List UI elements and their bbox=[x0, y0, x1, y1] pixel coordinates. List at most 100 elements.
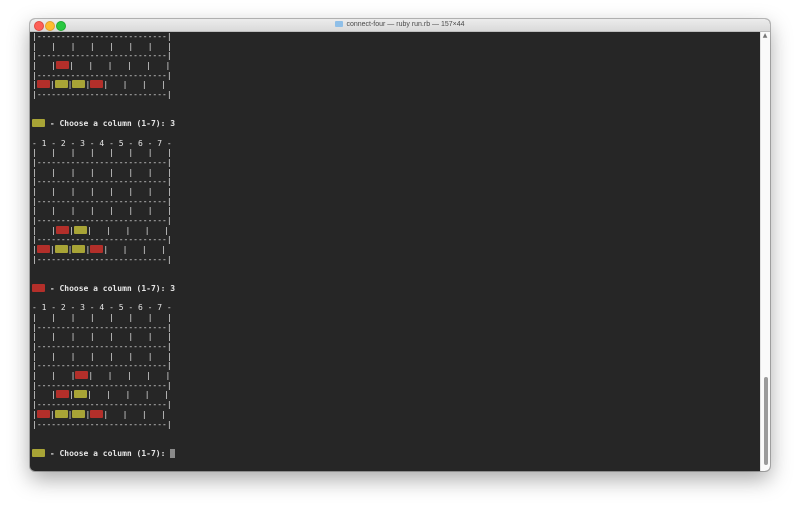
board-row: | | | | | | | | bbox=[32, 409, 166, 419]
empty-cell bbox=[56, 187, 70, 196]
vertical-scrollbar[interactable]: ▲ bbox=[760, 32, 770, 471]
empty-cell bbox=[133, 187, 147, 196]
empty-cell bbox=[153, 352, 167, 361]
red-disc bbox=[75, 371, 89, 380]
empty-cell bbox=[56, 42, 70, 51]
board-row: | | | | | | | | bbox=[32, 41, 172, 51]
board-row: | | | | | | | | bbox=[32, 80, 166, 90]
scroll-up-icon[interactable]: ▲ bbox=[762, 33, 768, 39]
yellow-player-indicator bbox=[32, 448, 45, 457]
empty-cell bbox=[153, 332, 167, 341]
empty-cell bbox=[37, 206, 51, 215]
yellow-disc bbox=[73, 225, 87, 234]
empty-cell bbox=[75, 42, 89, 51]
empty-cell bbox=[75, 332, 89, 341]
board-border-line: |---------------------------| bbox=[32, 177, 172, 187]
red-disc bbox=[36, 409, 50, 418]
empty-cell bbox=[114, 42, 128, 51]
empty-cell bbox=[56, 332, 70, 341]
board-border-line: |---------------------------| bbox=[32, 70, 172, 80]
empty-cell bbox=[95, 313, 109, 322]
empty-cell bbox=[133, 206, 147, 215]
empty-cell bbox=[127, 410, 141, 419]
scrollbar-thumb[interactable] bbox=[764, 377, 768, 465]
empty-cell bbox=[114, 313, 128, 322]
empty-cell bbox=[75, 352, 89, 361]
empty-cell bbox=[95, 42, 109, 51]
column-header-line: - 1 - 2 - 3 - 4 - 5 - 6 - 7 - bbox=[32, 138, 172, 148]
red-disc bbox=[90, 245, 104, 254]
empty-cell bbox=[153, 42, 167, 51]
yellow-disc bbox=[72, 409, 86, 418]
board-border-line: |---------------------------| bbox=[32, 51, 172, 61]
empty-cell bbox=[92, 226, 106, 235]
text-cursor[interactable] bbox=[170, 448, 176, 458]
empty-cell bbox=[92, 390, 106, 399]
empty-cell bbox=[108, 410, 122, 419]
board-border-line: |---------------------------| bbox=[32, 254, 172, 264]
empty-cell bbox=[75, 168, 89, 177]
empty-cell bbox=[56, 206, 70, 215]
board-row: | | | | | | | | bbox=[32, 332, 172, 342]
empty-cell bbox=[114, 206, 128, 215]
empty-cell bbox=[113, 371, 127, 380]
prompt-text: - Choose a column (1-7): bbox=[45, 448, 171, 458]
board-row: | | | | | | | | bbox=[32, 312, 172, 322]
board-border-line: |---------------------------| bbox=[32, 361, 172, 371]
prompt-text: - Choose a column (1-7): 3 bbox=[45, 119, 176, 129]
empty-cell bbox=[95, 206, 109, 215]
empty-cell bbox=[95, 148, 109, 157]
board-row: | | | | | | | | bbox=[32, 371, 171, 381]
board-border-line: |---------------------------| bbox=[32, 400, 172, 410]
empty-cell bbox=[75, 206, 89, 215]
column-header-line: - 1 - 2 - 3 - 4 - 5 - 6 - 7 - bbox=[32, 303, 172, 313]
yellow-disc bbox=[54, 409, 68, 418]
red-player-indicator bbox=[32, 283, 45, 292]
empty-cell bbox=[56, 371, 70, 380]
empty-cell bbox=[111, 390, 125, 399]
empty-cell bbox=[75, 187, 89, 196]
board-row: | | | | | | | | bbox=[32, 61, 171, 71]
empty-cell bbox=[114, 148, 128, 157]
board-border-line: |---------------------------| bbox=[32, 216, 172, 226]
board-row: | | | | | | | | bbox=[32, 390, 169, 400]
empty-cell bbox=[93, 371, 107, 380]
board-row: | | | | | | | | bbox=[32, 245, 166, 255]
board-row: | | | | | | | | bbox=[32, 148, 172, 158]
empty-cell bbox=[108, 80, 122, 89]
empty-cell bbox=[127, 80, 141, 89]
empty-cell bbox=[75, 313, 89, 322]
prompt-line: - Choose a column (1-7): 3 bbox=[32, 283, 761, 294]
board-border-line: |---------------------------| bbox=[32, 322, 172, 332]
empty-cell bbox=[37, 42, 51, 51]
board-row: | | | | | | | | bbox=[32, 187, 172, 196]
window-title: connect-four — ruby run.rb — 157×44 bbox=[346, 21, 465, 28]
empty-cell bbox=[74, 61, 88, 70]
empty-cell bbox=[93, 61, 107, 70]
board-border-line: |---------------------------| bbox=[32, 235, 172, 245]
empty-cell bbox=[37, 187, 51, 196]
empty-cell bbox=[37, 148, 51, 157]
terminal-output[interactable]: |---------------------------| | | | | | |… bbox=[30, 32, 761, 471]
yellow-disc bbox=[54, 80, 68, 89]
yellow-disc bbox=[73, 390, 87, 399]
empty-cell bbox=[130, 226, 144, 235]
prompt-line: - Choose a column (1-7): 3 bbox=[32, 119, 761, 129]
board-border-line: |---------------------------| bbox=[32, 196, 172, 206]
empty-cell bbox=[132, 61, 146, 70]
red-disc bbox=[56, 225, 70, 234]
empty-cell bbox=[37, 371, 51, 380]
empty-cell bbox=[56, 352, 70, 361]
empty-cell bbox=[75, 148, 89, 157]
board-border-line: |---------------------------| bbox=[32, 157, 172, 167]
title-bar[interactable]: connect-four — ruby run.rb — 157×44 bbox=[30, 19, 770, 32]
empty-cell bbox=[153, 313, 167, 322]
empty-cell bbox=[151, 61, 165, 70]
board-border-line: |---------------------------| bbox=[32, 342, 172, 351]
empty-cell bbox=[95, 332, 109, 341]
prompt-line: - Choose a column (1-7): bbox=[32, 448, 761, 459]
empty-cell bbox=[111, 226, 125, 235]
